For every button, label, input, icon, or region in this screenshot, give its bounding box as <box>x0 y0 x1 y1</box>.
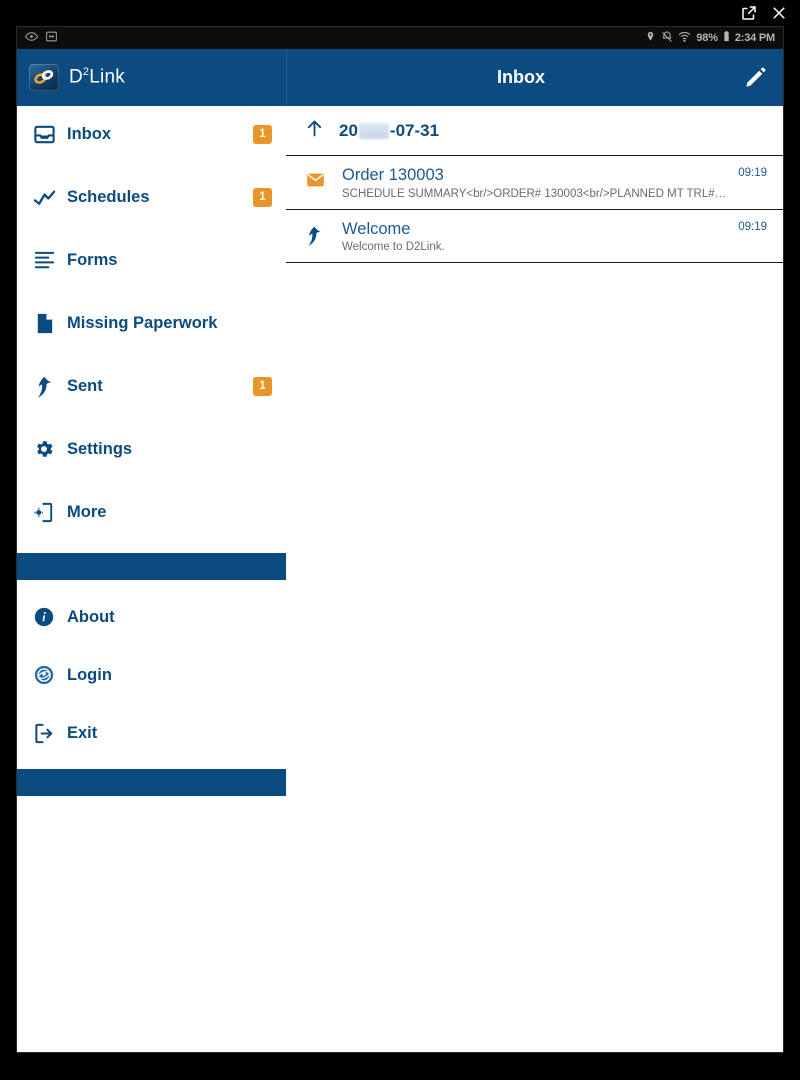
message-subject: Welcome <box>342 219 411 238</box>
device-frame: 98% 2:34 PM D2Link Inbox 1 Schedules 1 F… <box>0 0 800 1080</box>
sidebar-item-inbox[interactable]: Inbox 1 <box>17 112 286 156</box>
message-time: 09:19 <box>738 167 767 179</box>
device-gear-icon <box>33 501 67 524</box>
sidebar-item-label: Exit <box>67 723 98 742</box>
sidebar-item-forms[interactable]: Forms <box>17 238 286 282</box>
screen-rotate-icon <box>45 30 58 46</box>
battery-percent-label: 98% <box>696 32 718 44</box>
sidebar-nav-secondary: About Login Exit <box>17 580 286 755</box>
sidebar-nav-primary: Inbox 1 Schedules 1 Forms Missing Paperw… <box>17 106 286 534</box>
sidebar-badge-schedules: 1 <box>253 187 272 207</box>
gear-icon <box>33 438 67 460</box>
sidebar-item-label: Schedules <box>67 187 150 206</box>
sent-arrow-icon <box>33 375 67 398</box>
message-subject: Order 130003 <box>342 166 444 184</box>
sidebar: D2Link Inbox 1 Schedules 1 Forms Missing… <box>17 49 286 1052</box>
sidebar-badge-sent: 1 <box>253 376 272 396</box>
document-icon <box>33 312 67 335</box>
sidebar-divider-top <box>17 553 286 580</box>
sidebar-divider-bottom <box>17 769 286 796</box>
sent-arrow-icon <box>304 219 342 251</box>
sidebar-badge-inbox: 1 <box>253 124 272 144</box>
battery-icon <box>723 30 730 46</box>
chart-line-icon <box>33 186 67 209</box>
status-bar: 98% 2:34 PM <box>17 27 783 49</box>
sidebar-item-login[interactable]: Login <box>17 653 286 697</box>
main-header: Inbox <box>286 49 783 106</box>
arrow-up-icon[interactable] <box>304 118 325 144</box>
pencil-icon[interactable] <box>741 64 769 92</box>
sidebar-item-sent[interactable]: Sent 1 <box>17 364 286 408</box>
page-title: Inbox <box>497 67 545 87</box>
sidebar-item-about[interactable]: About <box>17 595 286 639</box>
info-circle-icon <box>33 606 67 628</box>
status-bar-left-icons <box>24 30 58 46</box>
external-link-icon[interactable] <box>740 4 758 22</box>
envelope-icon <box>304 165 342 194</box>
sidebar-item-label: More <box>67 502 107 521</box>
sidebar-item-label: Settings <box>67 439 133 458</box>
sidebar-item-label: Missing Paperwork <box>67 313 218 332</box>
sidebar-item-missing-paperwork[interactable]: Missing Paperwork <box>17 301 286 345</box>
wifi-icon <box>678 30 691 46</box>
window-controls-bar <box>0 0 800 26</box>
main-pane: Inbox 20 -07-31 Order 130003 SCHEDULE SU… <box>286 49 783 1052</box>
brand-title: D2Link <box>69 65 125 88</box>
app-body: D2Link Inbox 1 Schedules 1 Forms Missing… <box>17 49 783 1052</box>
exit-icon <box>33 722 67 745</box>
sidebar-header: D2Link <box>17 49 286 106</box>
redaction-block <box>358 122 389 139</box>
bell-muted-icon <box>661 31 673 46</box>
message-row-welcome[interactable]: Welcome Welcome to D2Link. 09:19 <box>286 209 783 264</box>
forms-icon <box>33 249 67 272</box>
status-bar-right-icons: 98% 2:34 PM <box>645 30 775 46</box>
inbox-icon <box>33 123 67 146</box>
eye-icon <box>24 30 39 46</box>
sidebar-item-schedules[interactable]: Schedules 1 <box>17 175 286 219</box>
message-preview: Welcome to D2Link. <box>342 241 445 254</box>
sidebar-item-more[interactable]: More <box>17 490 286 534</box>
sidebar-item-label: Forms <box>67 250 118 269</box>
message-time: 09:19 <box>738 220 767 233</box>
clock-label: 2:34 PM <box>734 32 775 44</box>
sidebar-item-label: Inbox <box>67 124 111 143</box>
sidebar-item-exit[interactable]: Exit <box>17 711 286 755</box>
sidebar-item-label: Sent <box>67 376 103 395</box>
location-pin-icon <box>645 31 656 45</box>
device-screen: 98% 2:34 PM D2Link Inbox 1 Schedules 1 F… <box>16 26 784 1053</box>
sidebar-item-label: Login <box>67 665 112 684</box>
message-content: Welcome Welcome to D2Link. <box>342 219 728 254</box>
date-group-header[interactable]: 20 -07-31 <box>286 106 783 156</box>
sidebar-item-label: About <box>67 607 115 626</box>
sidebar-item-settings[interactable]: Settings <box>17 427 286 471</box>
message-preview: SCHEDULE SUMMARY<br/>ORDER# 130003<br/>P… <box>342 187 729 200</box>
message-list: 20 -07-31 Order 130003 SCHEDULE SUMMARY<… <box>286 106 783 264</box>
login-badge-icon <box>33 664 67 686</box>
message-content: Order 130003 SCHEDULE SUMMARY<br/>ORDER#… <box>342 165 728 200</box>
close-icon[interactable] <box>770 4 788 22</box>
message-row-order-130003[interactable]: Order 130003 SCHEDULE SUMMARY<br/>ORDER#… <box>286 156 783 210</box>
date-group-label: 20 -07-31 <box>339 120 440 140</box>
d2link-logo-icon <box>29 63 59 91</box>
